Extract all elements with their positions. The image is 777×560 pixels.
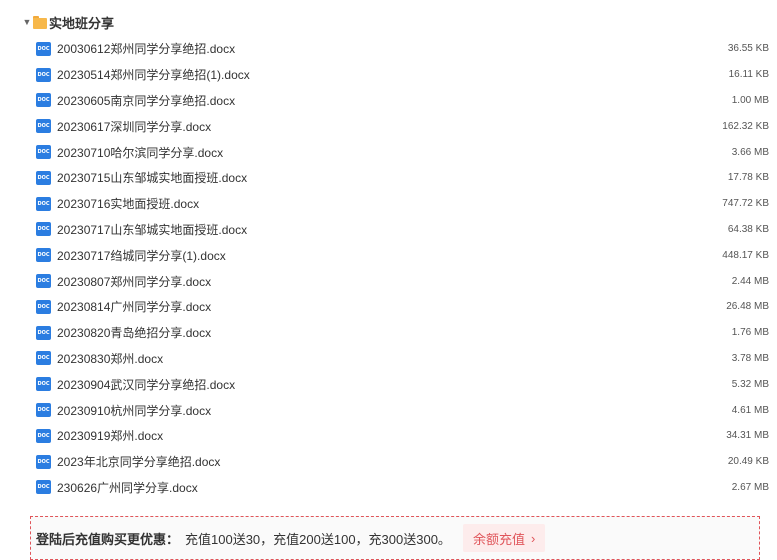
- doc-file-icon: DOC: [36, 403, 51, 418]
- file-name[interactable]: 20230820青岛绝招分享.docx: [57, 324, 211, 341]
- file-row[interactable]: DOC 20230605南京同学分享绝招.docx 1.00 MB: [36, 88, 769, 114]
- file-list: DOC 20030612郑州同学分享绝招.docx 36.55 KB DOC 20230…: [36, 36, 769, 500]
- doc-file-icon: DOC: [36, 67, 51, 82]
- file-name[interactable]: 2023年北京同学分享绝招.docx: [57, 453, 220, 470]
- file-name[interactable]: 20230830郑州.docx: [57, 350, 163, 367]
- doc-file-icon: DOC: [36, 145, 51, 160]
- chevron-right-icon: ›: [530, 530, 536, 546]
- file-row[interactable]: DOC 20030612郑州同学分享绝招.docx 36.55 KB: [36, 36, 769, 62]
- doc-file-icon: DOC: [36, 428, 51, 443]
- doc-file-icon: DOC: [36, 274, 51, 289]
- file-row[interactable]: DOC 20230814广州同学分享.docx 26.48 MB: [36, 294, 769, 320]
- file-row[interactable]: DOC 20230820青岛绝招分享.docx 1.76 MB: [36, 320, 769, 346]
- folder-title: 实地班分享: [49, 15, 115, 31]
- file-row[interactable]: DOC 20230830郑州.docx 3.78 MB: [36, 346, 769, 372]
- file-row[interactable]: DOC 20230717山东邹城实地面授班.docx 64.38 KB: [36, 217, 769, 243]
- file-name[interactable]: 20030612郑州同学分享绝招.docx: [57, 40, 235, 57]
- file-name[interactable]: 20230919郑州.docx: [57, 427, 163, 444]
- file-name[interactable]: 20230514郑州同学分享绝招(1).docx: [57, 66, 250, 83]
- file-row[interactable]: DOC 20230716实地面授班.docx 747.72 KB: [36, 191, 769, 217]
- file-size: 3.66 MB: [731, 146, 769, 158]
- recharge-button-label: 余额充值: [472, 531, 525, 547]
- doc-file-icon: DOC: [36, 119, 51, 134]
- file-name[interactable]: 20230605南京同学分享绝招.docx: [57, 92, 235, 109]
- promo-text: 充值100送30，充值200送100，充300送300。: [185, 531, 451, 547]
- file-name[interactable]: 20230717绉城同学分享(1).docx: [57, 247, 226, 264]
- doc-file-icon: DOC: [36, 248, 51, 263]
- file-row[interactable]: DOC 20230617深圳同学分享.docx 162.32 KB: [36, 113, 769, 139]
- file-row[interactable]: DOC 230626广州同学分享.docx 2.67 MB: [36, 475, 769, 501]
- file-size: 2.67 MB: [731, 481, 769, 493]
- doc-file-icon: DOC: [36, 377, 51, 392]
- doc-file-icon: DOC: [36, 299, 51, 314]
- file-row[interactable]: DOC 20230807郑州同学分享.docx 2.44 MB: [36, 268, 769, 294]
- file-size: 1.00 MB: [731, 94, 769, 106]
- file-size: 448.17 KB: [722, 249, 769, 261]
- file-size: 4.61 MB: [731, 404, 769, 416]
- doc-file-icon: DOC: [36, 196, 51, 211]
- folder-header[interactable]: ▼ 实地班分享: [22, 12, 114, 32]
- promo-banner: 登陆后充值购买更优惠： 充值100送30，充值200送100，充300送300。…: [30, 516, 760, 560]
- file-row[interactable]: DOC 20230919郑州.docx 34.31 MB: [36, 423, 769, 449]
- file-size: 36.55 KB: [727, 43, 769, 55]
- doc-file-icon: DOC: [36, 41, 51, 56]
- file-size: 26.48 MB: [726, 301, 769, 313]
- file-size: 20.49 KB: [727, 456, 769, 468]
- doc-file-icon: DOC: [36, 93, 51, 108]
- doc-file-icon: DOC: [36, 454, 51, 469]
- file-name[interactable]: 20230716实地面授班.docx: [57, 195, 199, 212]
- file-size: 16.11 KB: [728, 69, 769, 81]
- file-size: 3.78 MB: [731, 352, 769, 364]
- file-size: 162.32 KB: [722, 120, 769, 132]
- doc-file-icon: DOC: [36, 170, 51, 185]
- file-size: 34.31 MB: [726, 430, 769, 442]
- file-name[interactable]: 230626广州同学分享.docx: [57, 479, 198, 496]
- file-row[interactable]: DOC 20230715山东邹城实地面授班.docx 17.78 KB: [36, 165, 769, 191]
- file-name[interactable]: 20230617深圳同学分享.docx: [57, 118, 211, 135]
- file-row[interactable]: DOC 20230717绉城同学分享(1).docx 448.17 KB: [36, 242, 769, 268]
- doc-file-icon: DOC: [36, 351, 51, 366]
- recharge-button[interactable]: 余额充值 ›: [462, 524, 546, 552]
- file-name[interactable]: 20230807郑州同学分享.docx: [57, 273, 211, 290]
- doc-file-icon: DOC: [36, 325, 51, 340]
- file-row[interactable]: DOC 20230710哈尔滨同学分享.docx 3.66 MB: [36, 139, 769, 165]
- file-name[interactable]: 20230715山东邹城实地面授班.docx: [57, 169, 247, 186]
- file-name[interactable]: 20230904武汉同学分享绝招.docx: [57, 376, 235, 393]
- folder-icon: [33, 15, 47, 29]
- file-name[interactable]: 20230717山东邹城实地面授班.docx: [57, 221, 247, 238]
- doc-file-icon: DOC: [36, 222, 51, 237]
- file-name[interactable]: 20230814广州同学分享.docx: [57, 298, 211, 315]
- file-size: 2.44 MB: [731, 275, 769, 287]
- file-name[interactable]: 20230710哈尔滨同学分享.docx: [57, 144, 223, 161]
- file-size: 747.72 KB: [722, 198, 769, 210]
- file-size: 5.32 MB: [731, 378, 769, 390]
- doc-file-icon: DOC: [36, 480, 51, 495]
- file-row[interactable]: DOC 20230514郑州同学分享绝招(1).docx 16.11 KB: [36, 62, 769, 88]
- file-name[interactable]: 20230910杭州同学分享.docx: [57, 402, 211, 419]
- file-size: 64.38 KB: [727, 223, 769, 235]
- triangle-down-icon[interactable]: ▼: [22, 17, 32, 27]
- file-row[interactable]: DOC 20230904武汉同学分享绝招.docx 5.32 MB: [36, 371, 769, 397]
- file-size: 1.76 MB: [731, 327, 769, 339]
- file-row[interactable]: DOC 2023年北京同学分享绝招.docx 20.49 KB: [36, 449, 769, 475]
- file-size: 17.78 KB: [727, 172, 769, 184]
- promo-label: 登陆后充值购买更优惠：: [36, 531, 180, 547]
- file-row[interactable]: DOC 20230910杭州同学分享.docx 4.61 MB: [36, 397, 769, 423]
